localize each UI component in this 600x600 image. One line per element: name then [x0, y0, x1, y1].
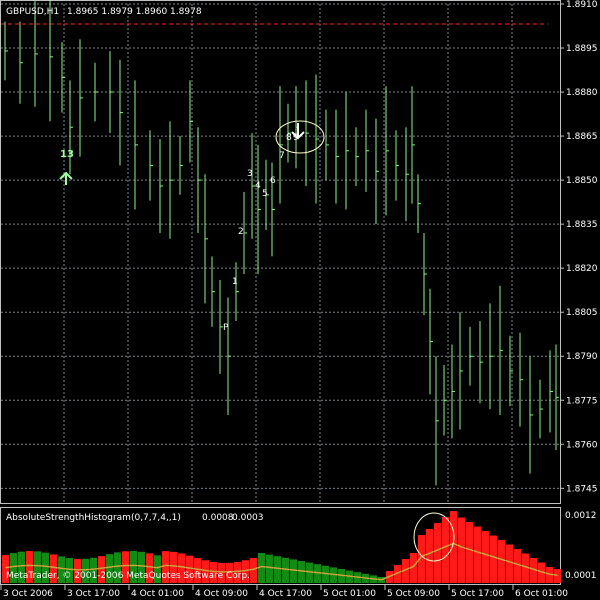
- price-tick-label: 1.8805: [566, 308, 598, 318]
- ohlc-values: 1.8965 1.8979 1.8960 1.8978: [67, 7, 202, 17]
- histogram-bar: [282, 557, 289, 583]
- histogram-bar: [554, 569, 561, 583]
- histogram-bar: [298, 561, 305, 583]
- histogram-bar: [266, 554, 273, 583]
- price-tick-label: 1.8895: [566, 44, 598, 54]
- time-tick-label: 4 Oct 17:00: [259, 589, 312, 599]
- main-plot-frame: [0, 0, 561, 504]
- time-tick-label: 6 Oct 01:00: [515, 589, 568, 599]
- histogram-bar: [466, 522, 473, 583]
- price-tick-label: 1.8850: [566, 176, 598, 186]
- count-13-label: 13: [60, 149, 74, 160]
- histogram-bar: [506, 544, 513, 583]
- time-tick-label: 5 Oct 17:00: [451, 589, 504, 599]
- price-tick-label: 1.8775: [566, 396, 598, 406]
- time-tick-label: 4 Oct 01:00: [131, 589, 184, 599]
- histogram-bar: [498, 540, 505, 583]
- price-tick-label: 1.8790: [566, 352, 598, 362]
- indicator-value-1: 0.0008: [202, 513, 234, 523]
- label-2: 2: [238, 227, 244, 237]
- histogram-bar: [442, 517, 449, 583]
- label-4: 4: [255, 181, 261, 191]
- price-tick-label: 1.8910: [566, 0, 598, 10]
- indicator-title: AbsoluteStrengthHistogram(0,7,7,4,,1): [6, 513, 181, 523]
- price-tick-label: 1.8760: [566, 440, 598, 450]
- indicator-value-2: 0.0003: [232, 513, 264, 523]
- indicator-tick-bottom: 0.0001: [565, 571, 597, 581]
- time-axis: 3 Oct 2006 3 Oct 17:00 4 Oct 01:00 4 Oct 09…: [0, 585, 568, 599]
- chart-window[interactable]: GBPUSD,H1 1.8965 1.8979 1.8960 1.8978 13…: [0, 0, 600, 600]
- price-tick-label: 1.8745: [566, 484, 598, 494]
- price-axis: 1.8910 1.8895 1.8880 1.8865 1.8850 1.8835 1.88…: [560, 0, 598, 494]
- histogram-bar: [490, 535, 497, 583]
- histogram-bar: [250, 557, 257, 583]
- copyright-text: MetaTrader, © 2001-2006 MetaQuotes Softw…: [6, 571, 250, 581]
- symbol-title: GBPUSD,H1: [6, 7, 59, 17]
- price-tick-label: 1.8835: [566, 220, 598, 230]
- histogram-bar: [290, 559, 297, 583]
- histogram-bar: [474, 526, 481, 583]
- label-3: 3: [247, 169, 253, 179]
- histogram-bar: [274, 556, 281, 583]
- label-6: 6: [270, 176, 276, 186]
- grid-lines: [1, 3, 560, 503]
- time-tick-label: 3 Oct 2006: [3, 589, 53, 599]
- label-p: P: [223, 323, 229, 333]
- time-tick-label: 5 Oct 01:00: [323, 589, 376, 599]
- time-tick-label: 4 Oct 09:00: [195, 589, 248, 599]
- time-tick-label: 5 Oct 09:00: [387, 589, 440, 599]
- price-tick-label: 1.8820: [566, 264, 598, 274]
- time-tick-label: 3 Oct 17:00: [67, 589, 120, 599]
- price-tick-label: 1.8865: [566, 132, 598, 142]
- price-tick-label: 1.8880: [566, 88, 598, 98]
- histogram-bar: [426, 529, 433, 583]
- histogram-bar: [434, 523, 441, 583]
- label-7: 7: [279, 151, 285, 161]
- label-1: 1: [232, 277, 238, 287]
- indicator-tick-top: 0.0012: [565, 511, 597, 521]
- histogram-bar: [450, 511, 457, 583]
- label-5: 5: [262, 189, 268, 199]
- label-8: 8: [286, 133, 292, 143]
- up-arrow-icon: [59, 171, 73, 185]
- histogram-bar: [458, 517, 465, 583]
- histogram-bar: [514, 549, 521, 583]
- histogram-bar: [482, 531, 489, 583]
- price-bars: [4, 0, 559, 486]
